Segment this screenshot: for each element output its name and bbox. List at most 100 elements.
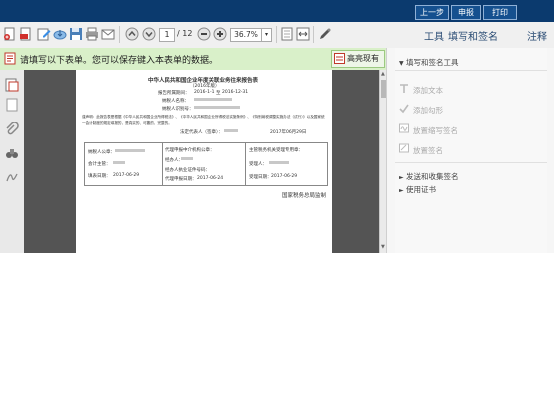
- chevron-right-icon: ►: [399, 174, 404, 181]
- tool-add-text-label: 添加文本: [413, 86, 443, 95]
- panel-divider: [395, 70, 547, 71]
- taxpayer-name-field[interactable]: [194, 98, 232, 101]
- toolbar-separator: [276, 26, 277, 43]
- section-use-certificate[interactable]: ► 使用证书: [399, 184, 436, 195]
- declaration-text: 谨声明：此报告表是根据《中华人民共和国企业所得税法》、《中华人民共和国企业所得税…: [82, 115, 325, 125]
- receive-date-label: 受理日期：: [249, 175, 272, 180]
- legal-rep-field[interactable]: [224, 129, 238, 132]
- form-notice-bar: 请填写以下表单。您可以保存键入本表单的数据。 高亮现有域: [0, 48, 386, 79]
- next-page-icon[interactable]: [142, 27, 156, 41]
- print-button[interactable]: 打印: [483, 5, 517, 20]
- tax-office-seal-label: 主管税务机关受理专用章：: [249, 148, 303, 153]
- tab-fill-and-sign[interactable]: 填写和签名: [448, 28, 498, 43]
- cloud-icon[interactable]: [53, 27, 67, 41]
- tab-tools[interactable]: 工具: [424, 28, 444, 43]
- sign-pen-icon[interactable]: [318, 27, 332, 41]
- agent-field[interactable]: [181, 157, 193, 160]
- zoom-dropdown-chevron-icon[interactable]: ▾: [261, 28, 272, 42]
- text-tool-icon: [400, 84, 408, 93]
- fill-and-sign-panel: ▼ 填写和签名工具 添加文本 添加勾形 放置缩写签名 放置签名 ► 发送和收集签…: [386, 48, 554, 253]
- notice-text: 请填写以下表单。您可以保存键入本表单的数据。: [20, 56, 219, 66]
- sign-date: 2017年06月29日: [270, 130, 307, 135]
- section-send-collect-signatures[interactable]: ► 发送和收集签名: [399, 171, 459, 182]
- receiver-field[interactable]: [269, 161, 289, 164]
- taxpayer-seal-field[interactable]: [115, 149, 145, 152]
- page-total-label: / 12: [177, 29, 193, 38]
- chevron-right-icon: ►: [399, 187, 404, 194]
- tab-comment[interactable]: 注释: [527, 28, 547, 43]
- document-footer: 国家税务总局监制: [282, 193, 327, 199]
- toolbar-separator: [313, 26, 314, 43]
- zoom-level-input[interactable]: 36.7%: [230, 28, 262, 42]
- left-navigation-pane: [0, 70, 25, 253]
- print-icon[interactable]: [85, 27, 99, 41]
- main-toolbar: 1 / 12 36.7% ▾ 工具 填写和签名 注释: [0, 22, 554, 49]
- scroll-down-icon[interactable]: ▼: [381, 244, 385, 250]
- agent-date-label: 代理申报日期：: [165, 177, 197, 182]
- signature-table: 纳税人公章： 会计主管： 填表日期： 2017-06-29 代理申报中介机构公章…: [84, 142, 328, 186]
- page-number-input[interactable]: 1: [159, 28, 175, 42]
- receiver-label: 受理人：: [249, 162, 267, 167]
- create-pdf-icon[interactable]: [3, 27, 17, 41]
- document-year: （2016年版）: [190, 84, 220, 89]
- previous-page-icon[interactable]: [125, 27, 139, 41]
- fill-date-label: 填表日期：: [88, 174, 111, 179]
- zoom-in-icon[interactable]: [213, 27, 227, 41]
- tool-add-checkmark[interactable]: 添加勾形: [413, 105, 443, 116]
- declare-button[interactable]: 申报: [451, 5, 481, 20]
- receive-date-value[interactable]: 2017-06-29: [271, 174, 297, 179]
- fill-and-sign-panel-inner: ▼ 填写和签名工具 添加文本 添加勾形 放置缩写签名 放置签名 ► 发送和收集签…: [395, 48, 547, 253]
- agency-seal-label: 代理申报中介机构公章：: [165, 148, 215, 153]
- period-to-label: 至: [216, 91, 221, 96]
- taxpayer-seal-label: 纳税人公章：: [88, 150, 115, 155]
- agent-date-value[interactable]: 2017-06-24: [197, 176, 223, 181]
- tool-add-checkmark-label: 添加勾形: [413, 106, 443, 115]
- accountant-field[interactable]: [113, 161, 125, 164]
- toolbar-separator: [119, 26, 120, 43]
- top-header-bar: 上一步 申报 打印: [0, 0, 554, 22]
- document-page[interactable]: 中华人民共和国企业年度关联业务往来报告表 （2016年版） 报告所属期间： 20…: [76, 70, 332, 253]
- section-fill-sign-tools-label: 填写和签名工具: [406, 58, 459, 67]
- highlight-fields-button[interactable]: 高亮现有域: [331, 50, 385, 79]
- section-send-collect-label: 发送和收集签名: [406, 172, 459, 181]
- save-icon[interactable]: [69, 27, 83, 41]
- tool-place-initials[interactable]: 放置缩写签名: [413, 125, 458, 136]
- table-divider: [245, 143, 246, 185]
- tool-place-signature-label: 放置签名: [413, 146, 443, 155]
- email-icon[interactable]: [101, 27, 115, 41]
- legal-rep-label: 法定代表人（签章）：: [180, 130, 223, 135]
- attachments-icon[interactable]: [5, 122, 19, 136]
- period-end-field[interactable]: 2016-12-31: [222, 90, 248, 95]
- checkmark-icon: [399, 104, 409, 114]
- tool-add-text[interactable]: 添加文本: [413, 85, 443, 96]
- scroll-up-icon[interactable]: ▲: [381, 71, 385, 77]
- accountant-label: 会计主管：: [88, 162, 111, 167]
- tool-place-initials-label: 放置缩写签名: [413, 126, 458, 135]
- form-icon: [4, 52, 16, 65]
- period-label: 报告所属期间：: [158, 91, 190, 96]
- page-thumbnails-icon[interactable]: [5, 78, 19, 92]
- edit-document-icon[interactable]: [37, 27, 51, 41]
- taxpayer-name-label: 纳税人名称：: [162, 99, 189, 104]
- agent-cert-label: 经办人执业证件号码：: [165, 168, 210, 173]
- panel-divider: [395, 162, 547, 163]
- tool-place-signature[interactable]: 放置签名: [413, 145, 443, 156]
- section-fill-sign-tools[interactable]: ▼ 填写和签名工具: [399, 57, 459, 68]
- fit-width-icon[interactable]: [296, 27, 310, 41]
- zoom-out-icon[interactable]: [197, 27, 211, 41]
- section-use-certificate-label: 使用证书: [406, 185, 437, 194]
- taxpayer-id-field[interactable]: [194, 106, 240, 109]
- signatures-icon[interactable]: [5, 170, 19, 184]
- chevron-down-icon: ▼: [399, 60, 404, 67]
- search-binoculars-icon[interactable]: [5, 146, 19, 160]
- pdf-icon[interactable]: [19, 27, 33, 41]
- initials-icon: [399, 123, 409, 133]
- fill-date-value[interactable]: 2017-06-29: [113, 173, 139, 178]
- fit-page-icon[interactable]: [280, 27, 294, 41]
- table-divider: [162, 143, 163, 185]
- signature-icon: [399, 143, 409, 153]
- pages-icon[interactable]: [5, 98, 19, 112]
- previous-step-button[interactable]: 上一步: [415, 5, 449, 20]
- highlight-fields-icon: [334, 53, 345, 64]
- period-start-field[interactable]: 2016-1-1: [194, 90, 214, 95]
